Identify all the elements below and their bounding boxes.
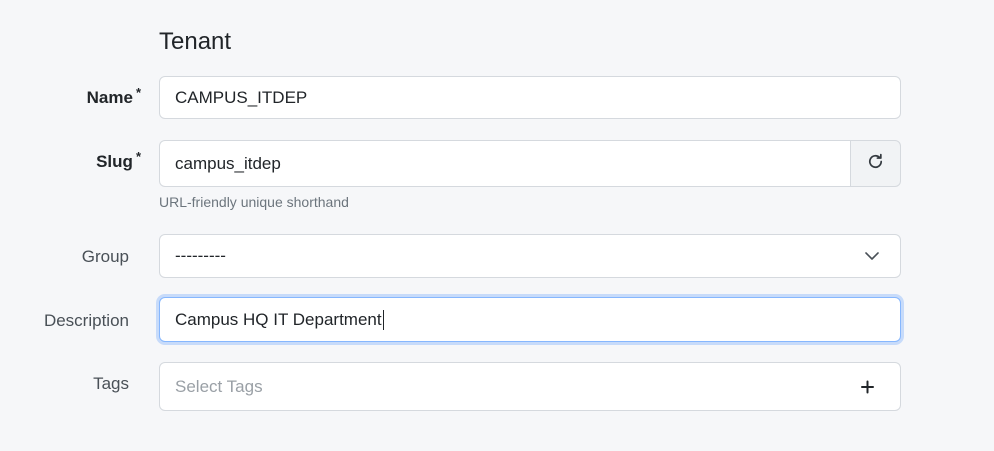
tags-placeholder: Select Tags bbox=[175, 376, 263, 396]
name-input[interactable]: CAMPUS_ITDEP bbox=[159, 76, 901, 119]
description-row: Description Campus HQ IT Department bbox=[0, 297, 994, 342]
tenant-form: Tenant Name * CAMPUS_ITDEP Slug * campus_i… bbox=[0, 0, 994, 451]
name-input-value: CAMPUS_ITDEP bbox=[175, 87, 308, 107]
tags-select[interactable]: Select Tags bbox=[159, 362, 901, 411]
refresh-icon bbox=[866, 152, 885, 176]
name-row: Name * CAMPUS_ITDEP bbox=[0, 76, 994, 119]
description-label: Description bbox=[43, 311, 129, 330]
group-select-value: --------- bbox=[175, 246, 226, 265]
slug-label-text: Slug bbox=[96, 152, 133, 171]
slug-input-value: campus_itdep bbox=[175, 153, 281, 173]
plus-icon[interactable] bbox=[861, 380, 874, 393]
name-label-text: Name bbox=[86, 88, 133, 107]
slug-input-group: campus_itdep bbox=[159, 140, 901, 187]
chevron-down-icon bbox=[864, 251, 880, 261]
tags-label: Tags bbox=[93, 374, 129, 393]
text-caret bbox=[382, 309, 384, 330]
required-asterisk: * bbox=[135, 149, 141, 164]
name-label: Name * bbox=[86, 85, 141, 108]
group-label: Group bbox=[81, 247, 129, 266]
slug-input[interactable]: campus_itdep bbox=[159, 140, 850, 187]
tags-row: Tags Select Tags bbox=[0, 362, 994, 411]
group-row: Group --------- bbox=[0, 234, 994, 278]
description-input-value: Campus HQ IT Department bbox=[175, 309, 382, 329]
regenerate-slug-button[interactable] bbox=[850, 140, 901, 187]
description-input[interactable]: Campus HQ IT Department bbox=[159, 297, 901, 342]
slug-help-text: URL-friendly unique shorthand bbox=[159, 194, 349, 210]
section-title: Tenant bbox=[159, 28, 232, 55]
slug-label: Slug * bbox=[96, 149, 141, 172]
group-select[interactable]: --------- bbox=[159, 234, 901, 278]
required-asterisk: * bbox=[135, 85, 141, 100]
slug-row: Slug * campus_itdep URL-friendly unique s… bbox=[0, 140, 994, 215]
